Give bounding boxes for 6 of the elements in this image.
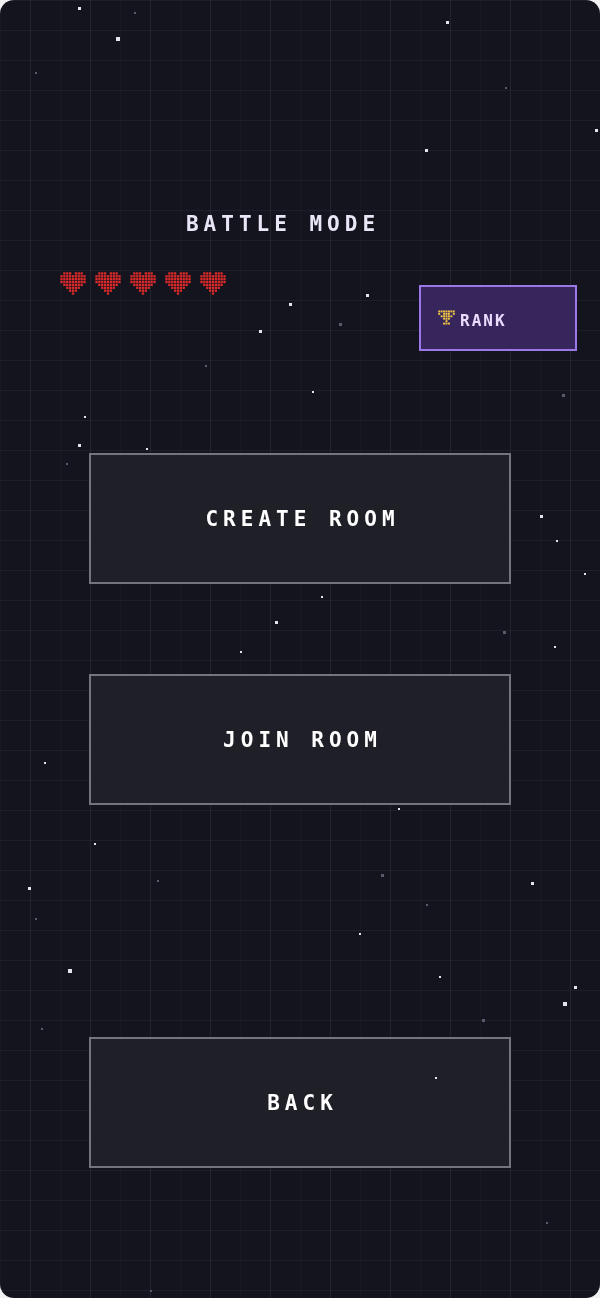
- back-button[interactable]: BACK: [89, 1037, 511, 1168]
- menu-button[interactable]: CREATE ROOM: [89, 453, 511, 584]
- menu-button[interactable]: JOIN ROOM: [89, 674, 511, 805]
- trophy-icon: [438, 308, 455, 326]
- rank-button[interactable]: RANK: [419, 285, 577, 351]
- screen-title: BATTLE MODE: [185, 213, 381, 235]
